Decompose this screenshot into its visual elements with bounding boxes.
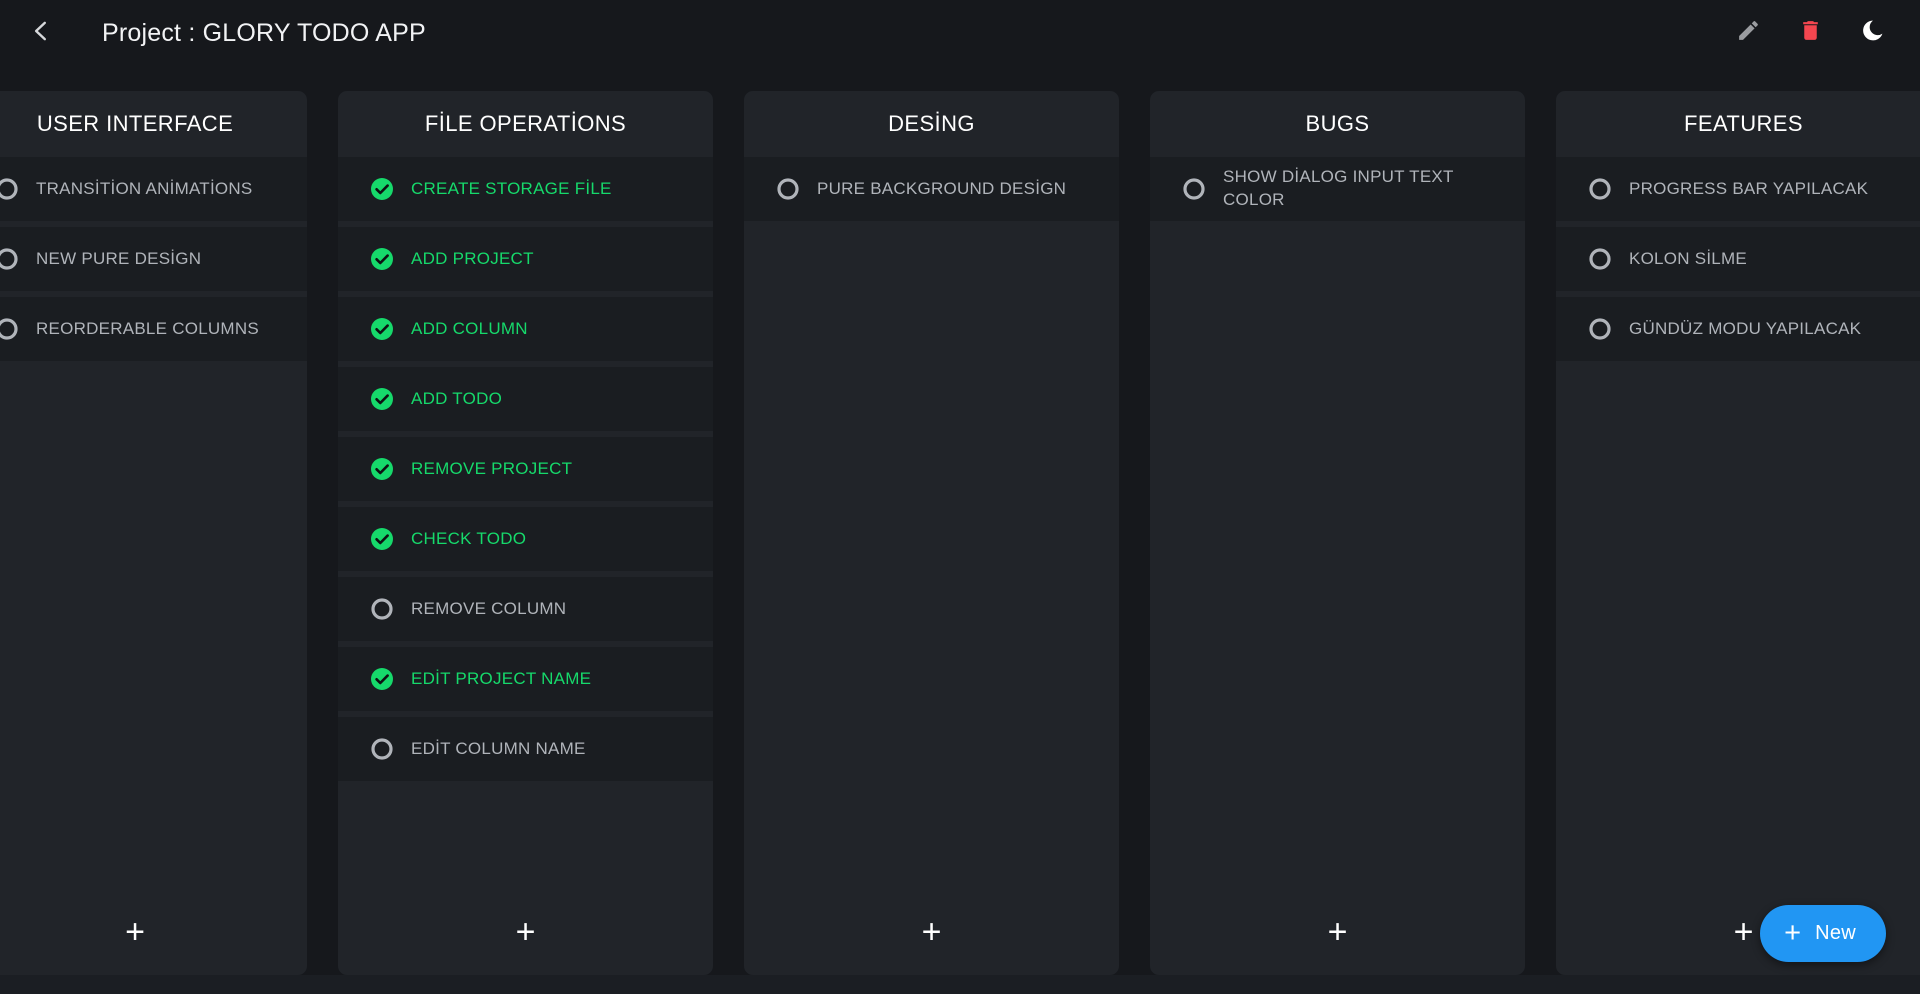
- todo-item-label: SHOW DİALOG INPUT TEXT COLOR: [1223, 167, 1454, 209]
- app-bar-actions: [1730, 15, 1920, 51]
- circle-outline-icon[interactable]: [370, 737, 394, 761]
- circle-outline-icon[interactable]: [1182, 177, 1206, 201]
- new-fab-button[interactable]: + New: [1760, 905, 1886, 962]
- board-column[interactable]: DESİNG PURE BACKGROUND DESİGN +: [744, 91, 1119, 975]
- check-circle-icon[interactable]: [370, 457, 394, 481]
- todo-item[interactable]: GÜNDÜZ MODU YAPILACAK: [1556, 297, 1920, 361]
- todo-item[interactable]: PROGRESS BAR YAPILACAK: [1556, 157, 1920, 221]
- board-column[interactable]: USER INTERFACE TRANSİTİON ANİMATİONS NEW P…: [0, 91, 307, 975]
- todo-item[interactable]: KOLON SİLME: [1556, 227, 1920, 291]
- todo-item-label: EDİT COLUMN NAME: [411, 738, 586, 758]
- check-circle-icon[interactable]: [370, 317, 394, 341]
- todo-item[interactable]: REMOVE COLUMN: [338, 577, 713, 641]
- column-title: USER INTERFACE: [36, 111, 234, 136]
- column-title: BUGS: [1305, 111, 1370, 136]
- plus-icon: +: [125, 913, 145, 951]
- todo-item[interactable]: REORDERABLE COLUMNS: [0, 297, 307, 361]
- todo-item[interactable]: NEW PURE DESİGN: [0, 227, 307, 291]
- plus-icon: +: [921, 913, 942, 951]
- todo-item-label: PURE BACKGROUND DESİGN: [817, 178, 1067, 198]
- circle-outline-icon[interactable]: [0, 317, 19, 341]
- kanban-board: USER INTERFACE TRANSİTİON ANİMATİONS NEW P…: [0, 91, 1920, 975]
- new-fab-label: New: [1815, 922, 1856, 944]
- horizontal-scrollbar[interactable]: [0, 975, 1920, 994]
- todo-item[interactable]: ADD PROJECT: [338, 227, 713, 291]
- back-button[interactable]: [12, 4, 70, 62]
- todo-item-label: REORDERABLE COLUMNS: [36, 318, 259, 338]
- todo-item-label: REMOVE PROJECT: [411, 458, 573, 478]
- todo-item-label: CREATE STORAGE FİLE: [411, 178, 612, 198]
- plus-icon: +: [1327, 913, 1348, 951]
- board-column[interactable]: BUGS SHOW DİALOG INPUT TEXT COLOR +: [1150, 91, 1525, 975]
- todo-item[interactable]: CREATE STORAGE FİLE: [338, 157, 713, 221]
- board-column[interactable]: FİLE OPERATİONS CREATE STORAGE FİLE ADD PR…: [338, 91, 713, 975]
- todo-item-label: ADD TODO: [411, 388, 503, 408]
- circle-outline-icon[interactable]: [1588, 317, 1612, 341]
- column-title: FEATURES: [1684, 111, 1803, 136]
- circle-outline-icon[interactable]: [0, 177, 19, 201]
- todo-item[interactable]: PURE BACKGROUND DESİGN: [744, 157, 1119, 221]
- page-title: Project : GLORY TODO APP: [102, 18, 426, 47]
- board-column[interactable]: FEATURES PROGRESS BAR YAPILACAK KOLON SİLM…: [1556, 91, 1920, 975]
- todo-item-label: NEW PURE DESİGN: [36, 248, 202, 268]
- column-title: FİLE OPERATİONS: [424, 111, 627, 136]
- check-circle-icon[interactable]: [370, 247, 394, 271]
- theme-toggle-button[interactable]: [1854, 15, 1890, 51]
- add-todo-button[interactable]: +: [0, 889, 307, 975]
- todo-item-label: EDİT PROJECT NAME: [411, 668, 592, 688]
- pencil-icon: [1736, 18, 1761, 48]
- add-todo-button[interactable]: +: [744, 889, 1119, 975]
- plus-icon: +: [515, 913, 536, 951]
- column-item-list: CREATE STORAGE FİLE ADD PROJECT ADD COLUMN…: [338, 157, 713, 889]
- todo-item-label: ADD COLUMN: [411, 318, 528, 338]
- todo-item[interactable]: REMOVE PROJECT: [338, 437, 713, 501]
- column-title: DESİNG: [888, 111, 975, 136]
- check-circle-icon[interactable]: [370, 667, 394, 691]
- column-item-list: TRANSİTİON ANİMATİONS NEW PURE DESİGN REOR…: [0, 157, 307, 889]
- todo-item[interactable]: TRANSİTİON ANİMATİONS: [0, 157, 307, 221]
- add-todo-button[interactable]: +: [338, 889, 713, 975]
- edit-project-button[interactable]: [1730, 15, 1766, 51]
- chevron-left-icon: [28, 18, 54, 49]
- todo-item-label: GÜNDÜZ MODU YAPILACAK: [1629, 318, 1862, 338]
- plus-icon: +: [1733, 913, 1754, 951]
- todo-item-label: ADD PROJECT: [411, 248, 534, 268]
- todo-item[interactable]: EDİT PROJECT NAME: [338, 647, 713, 711]
- delete-project-button[interactable]: [1792, 15, 1828, 51]
- check-circle-icon[interactable]: [370, 527, 394, 551]
- todo-item-label: PROGRESS BAR YAPILACAK: [1629, 178, 1869, 198]
- column-item-list: PURE BACKGROUND DESİGN: [744, 157, 1119, 889]
- check-circle-icon[interactable]: [370, 177, 394, 201]
- check-circle-icon[interactable]: [370, 387, 394, 411]
- todo-item-label: CHECK TODO: [411, 528, 527, 548]
- column-item-list: SHOW DİALOG INPUT TEXT COLOR: [1150, 157, 1525, 889]
- todo-item[interactable]: EDİT COLUMN NAME: [338, 717, 713, 781]
- todo-item[interactable]: ADD COLUMN: [338, 297, 713, 361]
- circle-outline-icon[interactable]: [370, 597, 394, 621]
- add-todo-button[interactable]: +: [1150, 889, 1525, 975]
- todo-item[interactable]: ADD TODO: [338, 367, 713, 431]
- todo-item[interactable]: SHOW DİALOG INPUT TEXT COLOR: [1150, 157, 1525, 221]
- todo-item-label: TRANSİTİON ANİMATİONS: [36, 178, 253, 198]
- circle-outline-icon[interactable]: [1588, 177, 1612, 201]
- column-item-list: PROGRESS BAR YAPILACAK KOLON SİLME GÜNDÜZ …: [1556, 157, 1920, 889]
- todo-item-label: KOLON SİLME: [1629, 248, 1748, 268]
- plus-icon: +: [1784, 917, 1802, 949]
- todo-item-label: REMOVE COLUMN: [411, 598, 567, 618]
- app-bar: Project : GLORY TODO APP: [0, 0, 1920, 66]
- trash-icon: [1798, 18, 1823, 48]
- todo-item[interactable]: CHECK TODO: [338, 507, 713, 571]
- circle-outline-icon[interactable]: [1588, 247, 1612, 271]
- moon-icon: [1860, 18, 1885, 48]
- circle-outline-icon[interactable]: [776, 177, 800, 201]
- circle-outline-icon[interactable]: [0, 247, 19, 271]
